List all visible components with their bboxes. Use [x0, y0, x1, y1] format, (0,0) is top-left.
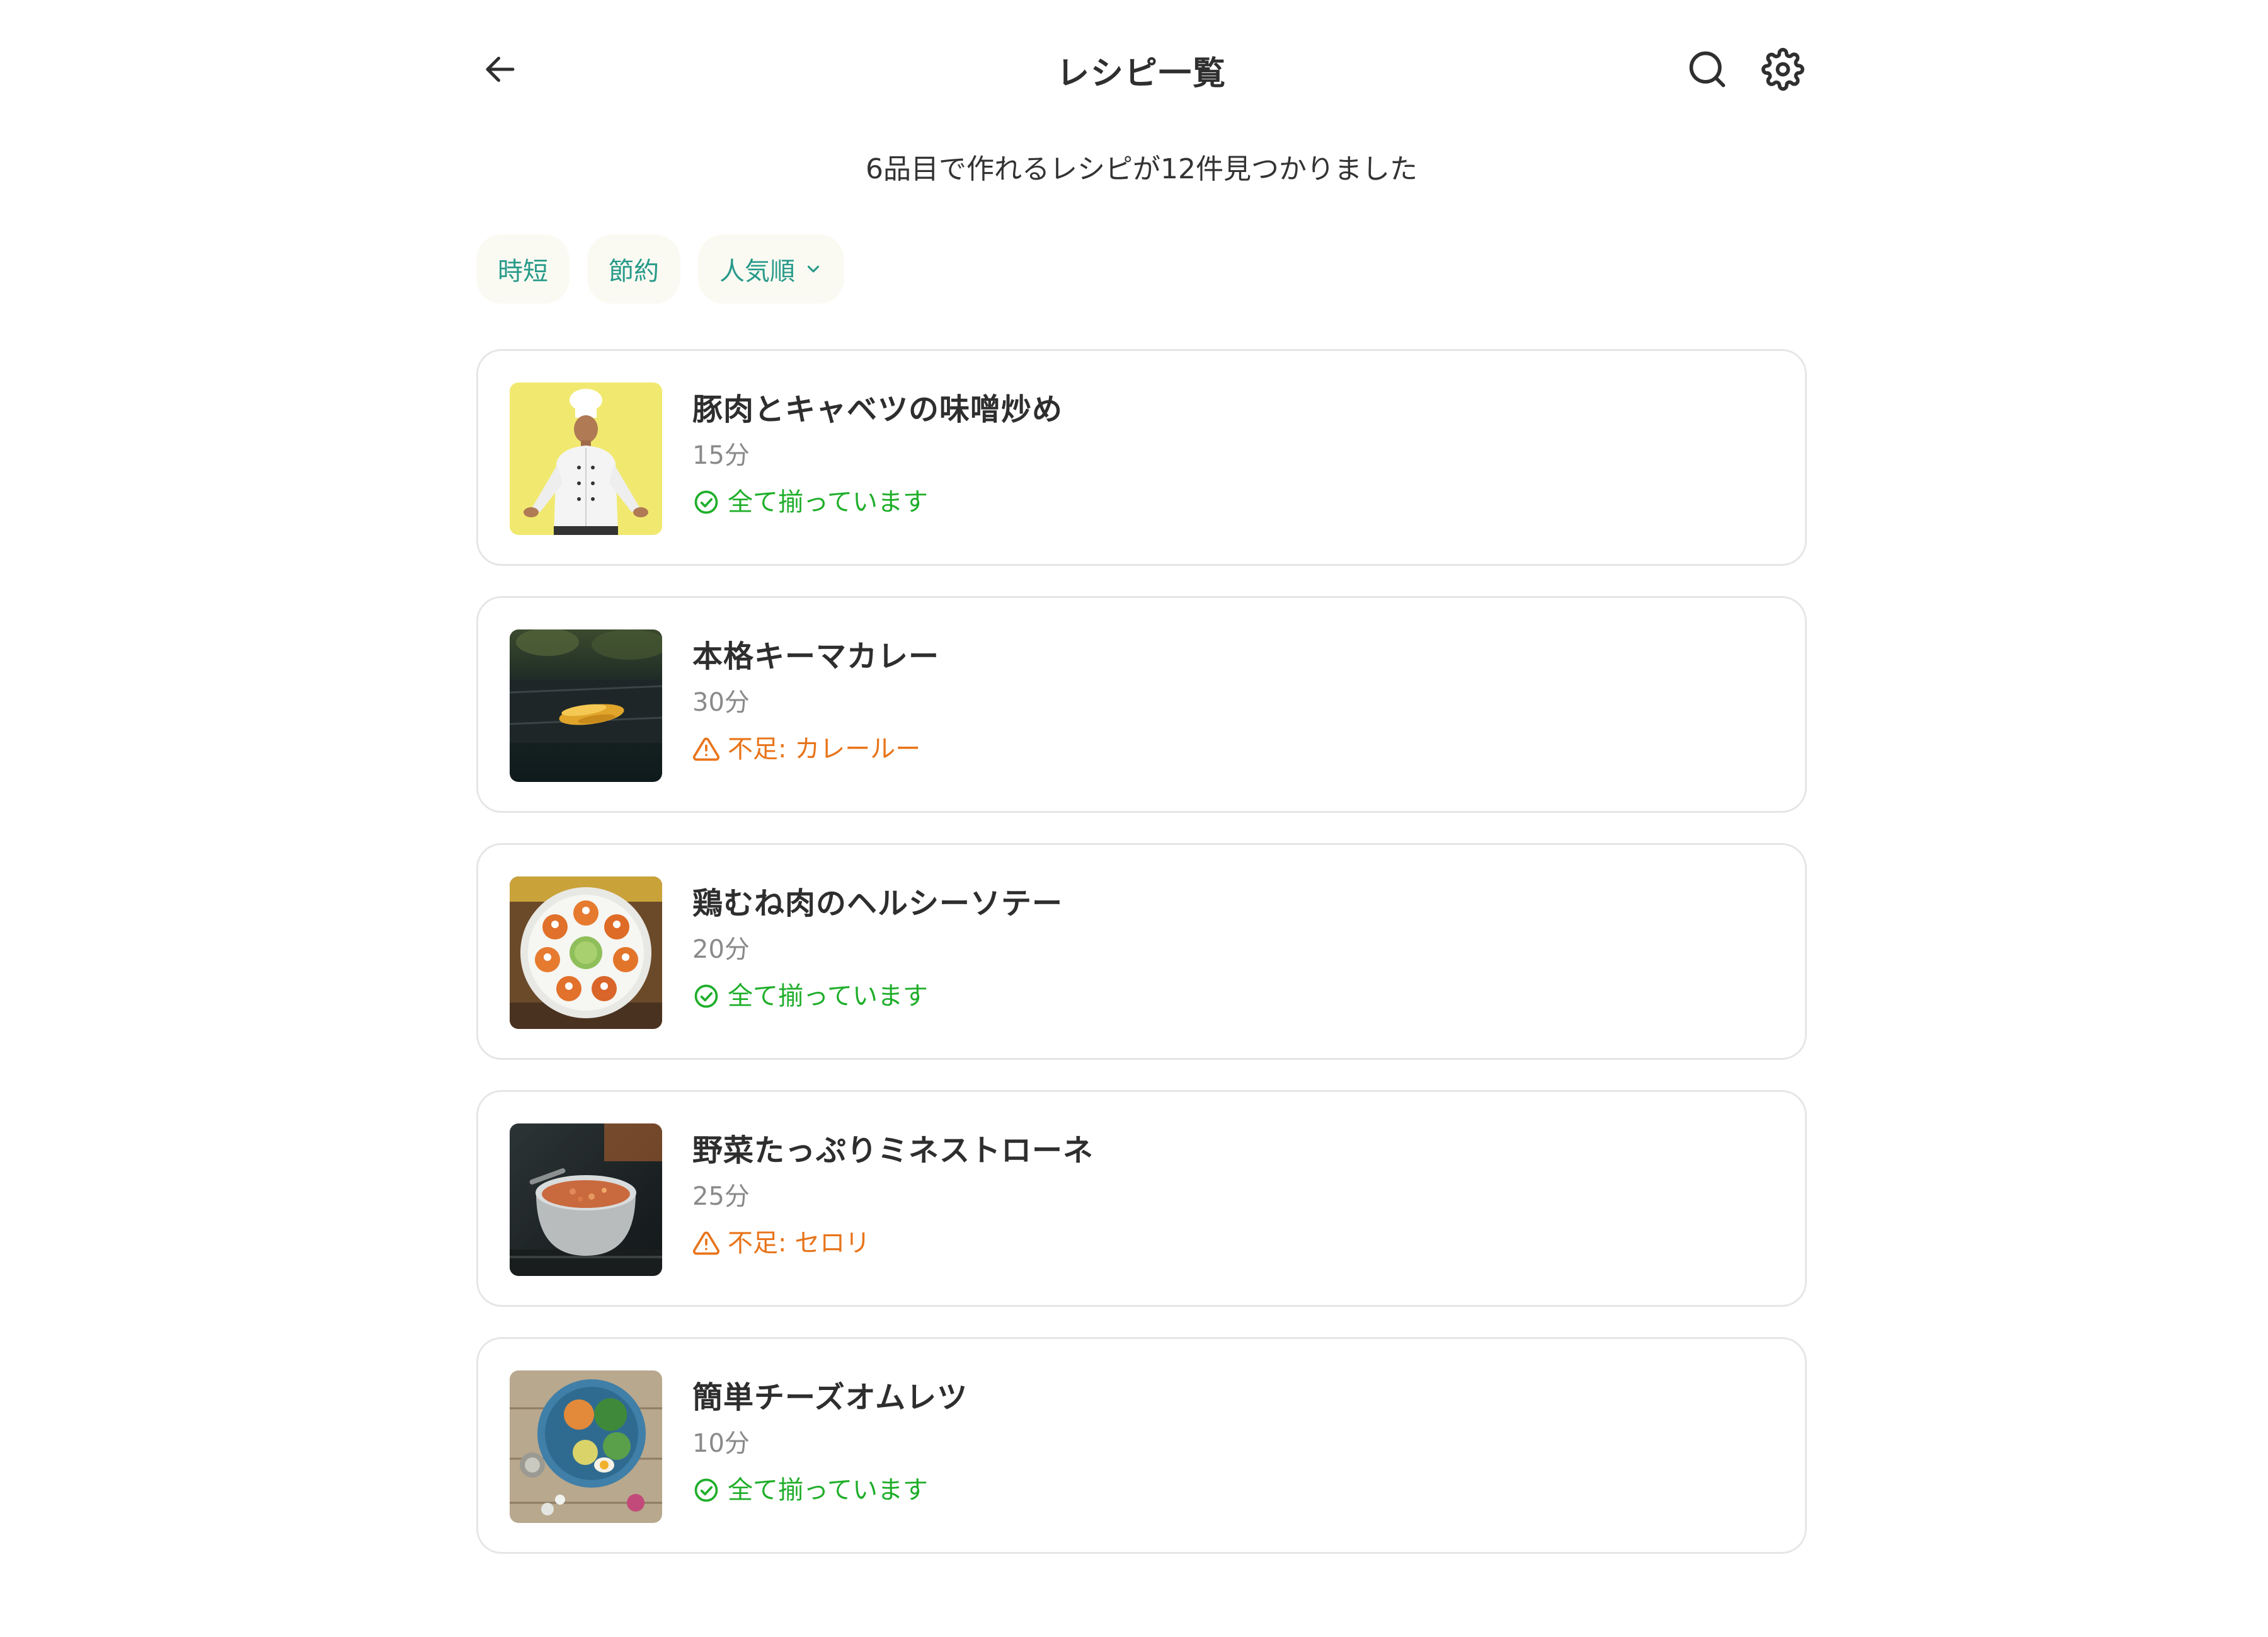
result-summary: 6品目で作れるレシピが12件見つかりました	[866, 153, 1418, 185]
recipe-status: 全て揃っています	[692, 1473, 968, 1508]
chef-photo	[510, 382, 662, 535]
recipe-thumbnail	[510, 629, 662, 782]
cooking-pot-photo	[510, 1123, 662, 1276]
recipe-card[interactable]: 本格キーマカレー 30分 不足: カレールー	[476, 596, 1807, 813]
recipe-name: 鶏むね肉のヘルシーソテー	[692, 886, 1063, 921]
recipe-info: 鶏むね肉のヘルシーソテー 20分 全て揃っています	[692, 883, 1063, 1014]
filter-bar: 時短 節約 人気順	[476, 234, 844, 304]
search-button[interactable]	[1683, 45, 1731, 93]
recipe-name: 本格キーマカレー	[692, 639, 940, 674]
grilled-corn-photo	[510, 629, 662, 782]
recipe-status: 全て揃っています	[692, 485, 1063, 520]
gear-icon	[1761, 48, 1804, 91]
recipe-time: 20分	[692, 935, 750, 964]
recipe-name: 簡単チーズオムレツ	[692, 1380, 968, 1415]
sort-dropdown[interactable]: 人気順	[698, 234, 844, 304]
recipe-status-text: 不足: カレールー	[728, 735, 921, 764]
recipe-status: 全て揃っています	[692, 979, 1063, 1014]
recipe-info: 簡単チーズオムレツ 10分 全て揃っています	[692, 1377, 968, 1508]
settings-button[interactable]	[1759, 45, 1807, 93]
recipe-status: 不足: セロリ	[692, 1226, 1094, 1261]
header-actions	[1683, 45, 1807, 93]
recipe-list-screen: レシピ一覧 6品目で作れるレシピが12件見つかりました 時短 節約 人気順 豚肉…	[0, 0, 2268, 1637]
check-circle-icon	[692, 488, 720, 516]
recipe-thumbnail	[510, 1370, 662, 1523]
recipe-time: 25分	[692, 1182, 750, 1211]
chevron-down-icon	[807, 265, 820, 273]
header: レシピ一覧	[476, 0, 1807, 145]
recipe-status-text: 全て揃っています	[728, 1476, 928, 1505]
recipe-list: 豚肉とキャベツの味噌炒め 15分 全て揃っています 本格キーマカレー 30分 不…	[476, 349, 1807, 1584]
recipe-thumbnail	[510, 382, 662, 535]
main-content: レシピ一覧 6品目で作れるレシピが12件見つかりました 時短 節約 人気順 豚肉…	[476, 0, 1807, 1554]
salad-bowl-photo	[510, 1370, 662, 1523]
filter-chip-label: 節約	[609, 257, 659, 286]
recipe-card[interactable]: 野菜たっぷりミネストローネ 25分 不足: セロリ	[476, 1090, 1807, 1307]
recipe-time: 30分	[692, 688, 750, 717]
filter-chip-label: 時短	[498, 257, 548, 286]
recipe-card[interactable]: 鶏むね肉のヘルシーソテー 20分 全て揃っています	[476, 843, 1807, 1060]
filter-chip-quick[interactable]: 時短	[476, 234, 570, 304]
recipe-info: 本格キーマカレー 30分 不足: カレールー	[692, 636, 939, 767]
plated-appetizers-photo	[510, 876, 662, 1029]
recipe-time: 15分	[692, 441, 750, 470]
check-circle-icon	[692, 1476, 720, 1504]
recipe-info: 豚肉とキャベツの味噌炒め 15分 全て揃っています	[692, 389, 1063, 520]
recipe-status-text: 全て揃っています	[728, 982, 928, 1011]
recipe-card[interactable]: 豚肉とキャベツの味噌炒め 15分 全て揃っています	[476, 349, 1807, 566]
recipe-name: 野菜たっぷりミネストローネ	[692, 1133, 1094, 1168]
sort-dropdown-label: 人気順	[719, 257, 795, 286]
warning-icon	[692, 1229, 720, 1257]
recipe-thumbnail	[510, 876, 662, 1029]
recipe-thumbnail	[510, 1123, 662, 1276]
recipe-status-text: 全て揃っています	[728, 488, 928, 517]
recipe-name: 豚肉とキャベツの味噌炒め	[692, 392, 1063, 427]
filter-chip-budget[interactable]: 節約	[587, 234, 680, 304]
page-title: レシピ一覧	[1056, 55, 1227, 93]
recipe-info: 野菜たっぷりミネストローネ 25分 不足: セロリ	[692, 1130, 1094, 1261]
recipe-status: 不足: カレールー	[692, 732, 939, 767]
check-circle-icon	[692, 982, 720, 1010]
recipe-status-text: 不足: セロリ	[728, 1229, 871, 1258]
warning-icon	[692, 735, 720, 763]
search-icon	[1689, 51, 1726, 88]
recipe-card[interactable]: 簡単チーズオムレツ 10分 全て揃っています	[476, 1337, 1807, 1554]
recipe-time: 10分	[692, 1429, 750, 1458]
